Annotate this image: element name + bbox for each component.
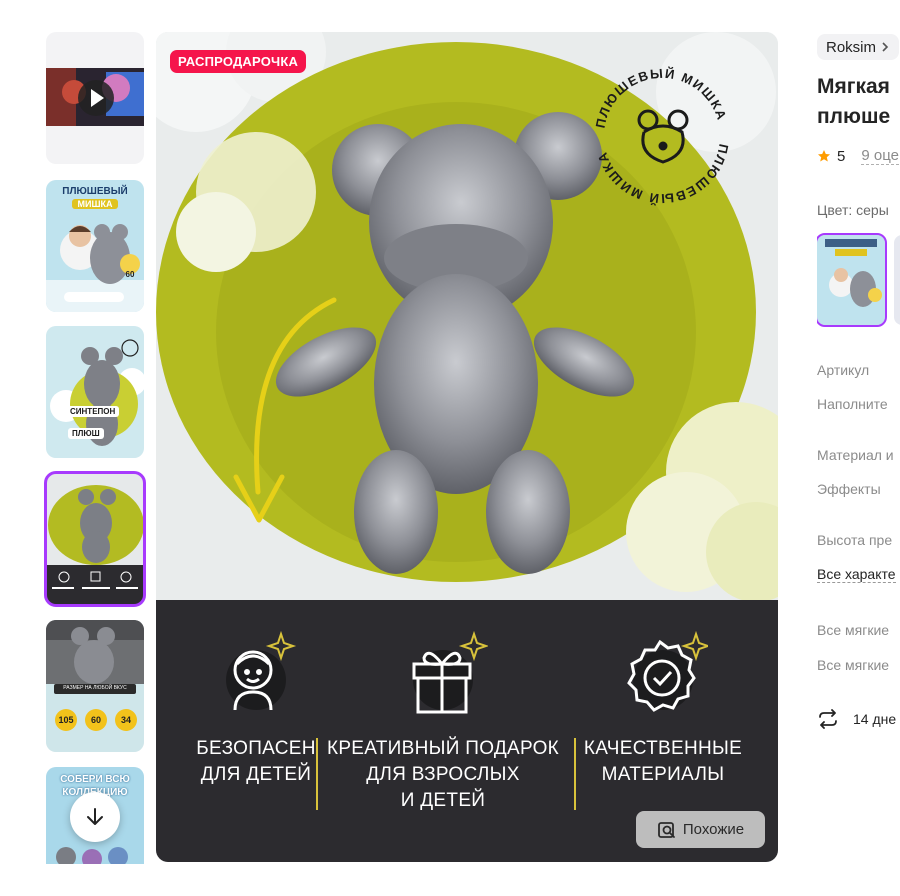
thumbnail-video[interactable] — [46, 32, 144, 164]
category-link[interactable]: Все мягкие — [817, 657, 889, 673]
video-preview — [46, 68, 144, 126]
chevron-right-icon — [882, 42, 889, 52]
color-option-selected[interactable] — [817, 233, 887, 327]
stamp-text: ПЛЮШЕВЫЙ МИШКА — [592, 66, 729, 130]
thumbnail-image[interactable]: СИНТЕПОН ПЛЮШ — [46, 326, 144, 458]
product-title: Мягкая плюше — [817, 75, 891, 128]
feature-creative-gift: КРЕАТИВНЫЙ ПОДАРОК ДЛЯ ВЗРОСЛЫХ И ДЕТЕЙ — [318, 600, 568, 862]
return-policy[interactable]: 14 дне — [817, 709, 896, 729]
star-icon — [818, 150, 830, 162]
brand-name: Roksim — [826, 38, 877, 56]
thumb-subtitle: МИШКА — [72, 199, 118, 209]
rating-value: 5 — [837, 147, 846, 165]
thumbnail-image-selected[interactable] — [44, 471, 146, 607]
main-product-image[interactable]: РАСПРОДАРОЧКА ПЛЮШЕВЫЙ МИШКА ПЛЮШЕВЫЙ МИ… — [156, 32, 778, 862]
thumb-size-badge: 60 — [125, 270, 135, 279]
arrow-down-icon — [87, 808, 103, 825]
thumb-caption: РАЗМЕР НА ЛЮБОЙ ВКУС — [63, 685, 127, 691]
thumb-size-3: 34 — [120, 715, 131, 725]
similar-button-label: Похожие — [682, 821, 745, 838]
bear-head-icon — [637, 109, 689, 164]
color-label: Цвет: серы — [817, 202, 889, 218]
thumb-label-a: СИНТЕПОН — [66, 406, 120, 417]
rating-row: 5 9 оце — [817, 147, 899, 165]
thumbnail-strip: ПЛЮШЕВЫЙ МИШКА 60 СИНТЕПОН ПЛЮШ РАЗМЕР Н… — [44, 32, 146, 864]
spec-effects: Эффекты — [817, 481, 881, 497]
scroll-thumbnails-down-button[interactable] — [70, 792, 120, 842]
feature-text: КРЕАТИВНЫЙ ПОДАРОК ДЛЯ ВЗРОСЛЫХ И ДЕТЕЙ — [326, 738, 560, 811]
all-specs-link[interactable]: Все характе — [817, 566, 896, 583]
child-icon — [226, 630, 297, 711]
spec-material: Материал и — [817, 447, 894, 463]
plush-bear-stamp: ПЛЮШЕВЫЙ МИШКА ПЛЮШЕВЫЙ МИШКА — [592, 66, 731, 207]
spec-filling: Наполните — [817, 396, 888, 412]
thumb-size-1: 105 — [58, 715, 74, 725]
thumbnail-image[interactable]: РАЗМЕР НА ЛЮБОЙ ВКУС 105 60 34 — [46, 620, 144, 752]
brand-link[interactable]: Roksim — [817, 34, 900, 60]
thumb-title: ПЛЮШЕВЫЙ — [62, 186, 128, 197]
return-arrows-icon — [819, 709, 837, 729]
stamp-text-repeat: ПЛЮШЕВЫЙ МИШКА — [594, 143, 731, 207]
category-link[interactable]: Все мягкие — [817, 622, 889, 638]
thumb-label-b: ПЛЮШ — [68, 428, 104, 439]
sale-badge: РАСПРОДАРОЧКА — [170, 50, 307, 73]
quality-badge-icon — [627, 630, 708, 712]
feature-text: КАЧЕСТВЕННЫЕ МАТЕРИАЛЫ — [583, 738, 743, 785]
product-page: ПЛЮШЕВЫЙ МИШКА 60 СИНТЕПОН ПЛЮШ РАЗМЕР Н… — [0, 0, 900, 896]
similar-products-button[interactable]: Похожие — [636, 811, 765, 848]
spec-article: Артикул — [817, 362, 870, 378]
similar-search-icon — [657, 821, 675, 838]
product-info-panel: Roksim Мягкая плюше 5 9 оце Цвет: серы А… — [817, 32, 900, 896]
thumb-size-2: 60 — [90, 715, 101, 725]
spec-height: Высота пре — [817, 532, 893, 548]
thumbnail-image[interactable]: ПЛЮШЕВЫЙ МИШКА 60 — [46, 180, 144, 312]
gift-icon — [412, 630, 488, 714]
return-text: 14 дне — [853, 711, 897, 727]
reviews-link[interactable]: 9 оце — [861, 147, 899, 165]
color-option[interactable] — [894, 235, 900, 325]
